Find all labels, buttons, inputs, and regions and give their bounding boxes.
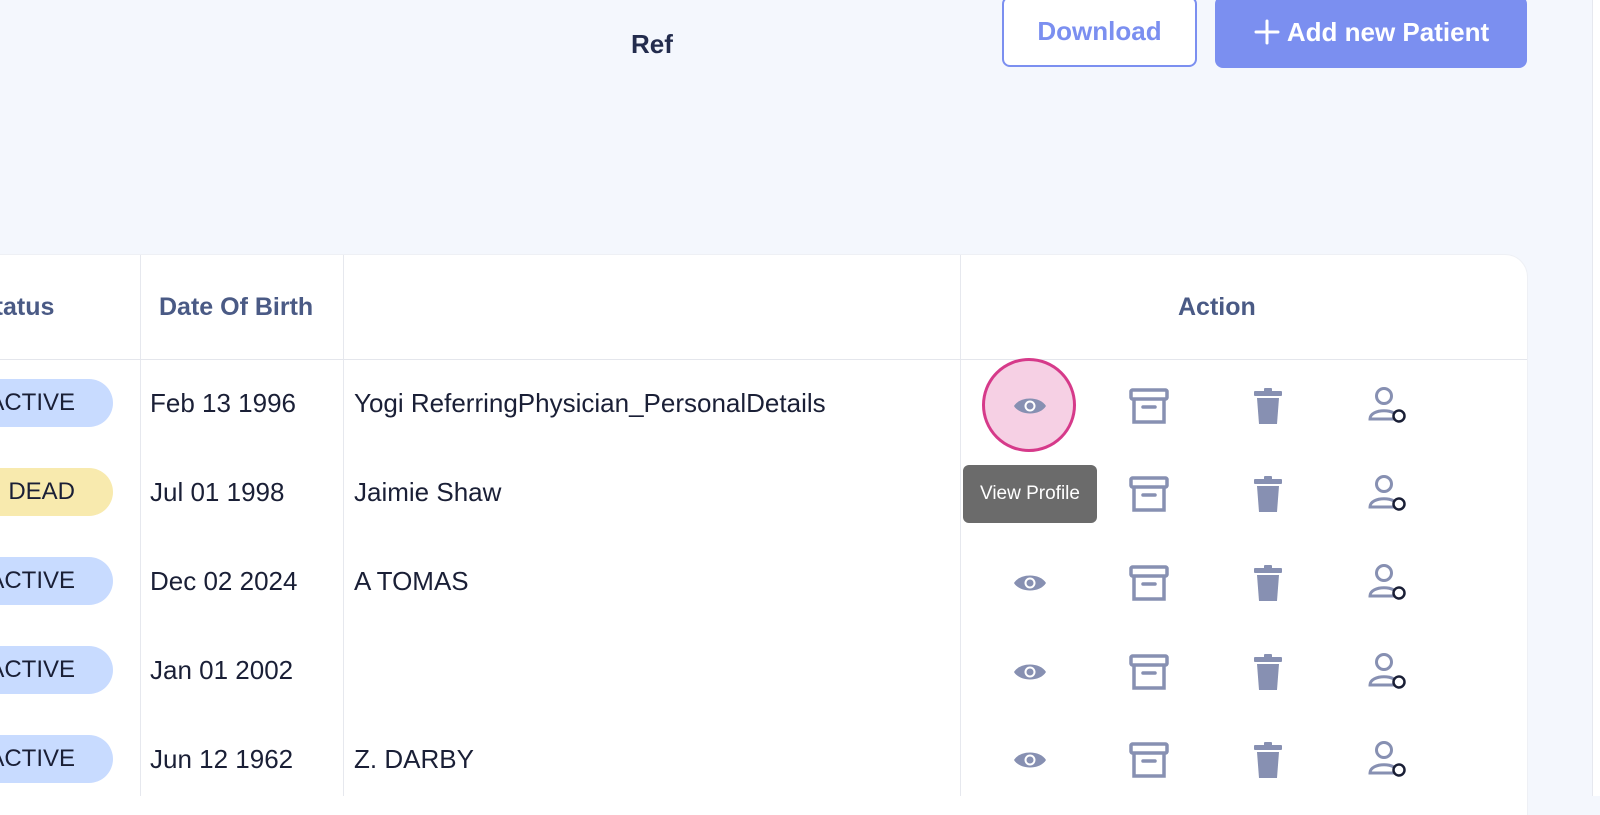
user-settings-icon[interactable] (1365, 472, 1409, 516)
table-row: DEAD Jul 01 1998 Jaimie Shaw (0, 448, 1527, 537)
header-ref[interactable]: Ref (631, 0, 673, 89)
eye-icon[interactable] (1008, 738, 1052, 782)
date-of-birth: Jan 01 2002 (150, 655, 294, 685)
plus-icon (1253, 18, 1281, 46)
table-row: ACTIVE Jun 12 1962 Z. DARBY (0, 715, 1527, 804)
date-of-birth: Jun 12 1962 (150, 744, 294, 774)
header-date-of-birth[interactable]: Date Of Birth (159, 255, 313, 359)
ref-name: A TOMAS (354, 566, 469, 596)
status-badge: ACTIVE (0, 735, 113, 783)
status-badge: DEAD (0, 468, 113, 516)
date-of-birth: Feb 13 1996 (150, 388, 297, 418)
ref-name: Yogi ReferringPhysician_PersonalDetails (354, 388, 826, 418)
user-settings-icon[interactable] (1365, 384, 1409, 428)
date-of-birth: Jul 01 1998 (150, 477, 285, 507)
date-of-birth: Dec 02 2024 (150, 566, 298, 596)
header-action: Action (1178, 292, 1256, 321)
status-badge: ACTIVE (0, 557, 113, 605)
header-status[interactable]: Status (0, 255, 54, 359)
download-button[interactable]: Download (1002, 0, 1197, 67)
archive-icon[interactable] (1127, 738, 1171, 782)
trash-icon[interactable] (1246, 561, 1290, 605)
trash-icon[interactable] (1246, 472, 1290, 516)
eye-icon[interactable] (1008, 561, 1052, 605)
archive-icon[interactable] (1127, 650, 1171, 694)
user-settings-icon[interactable] (1365, 561, 1409, 605)
table-row: ACTIVE Feb 13 1996 Yogi ReferringPhysici… (0, 359, 1527, 448)
user-settings-icon[interactable] (1365, 738, 1409, 782)
ref-name: Z. DARBY (354, 744, 474, 774)
user-settings-icon[interactable] (1365, 650, 1409, 694)
eye-icon[interactable] (1008, 384, 1052, 428)
eye-icon[interactable] (1008, 650, 1052, 694)
status-badge: ACTIVE (0, 379, 113, 427)
view-profile-tooltip: View Profile (963, 465, 1097, 523)
add-new-patient-label: Add new Patient (1286, 16, 1490, 47)
trash-icon[interactable] (1246, 384, 1290, 428)
table-row: ACTIVE Jan 01 2002 (0, 626, 1527, 715)
scroll-edge (1592, 0, 1600, 796)
archive-icon[interactable] (1127, 561, 1171, 605)
add-new-patient-button[interactable]: Add new Patient (1215, 0, 1527, 68)
trash-icon[interactable] (1246, 738, 1290, 782)
trash-icon[interactable] (1246, 650, 1290, 694)
ref-name: Jaimie Shaw (354, 477, 502, 507)
status-badge: ACTIVE (0, 646, 113, 694)
archive-icon[interactable] (1127, 384, 1171, 428)
archive-icon[interactable] (1127, 472, 1171, 516)
table-row: ACTIVE Dec 02 2024 A TOMAS (0, 537, 1527, 626)
